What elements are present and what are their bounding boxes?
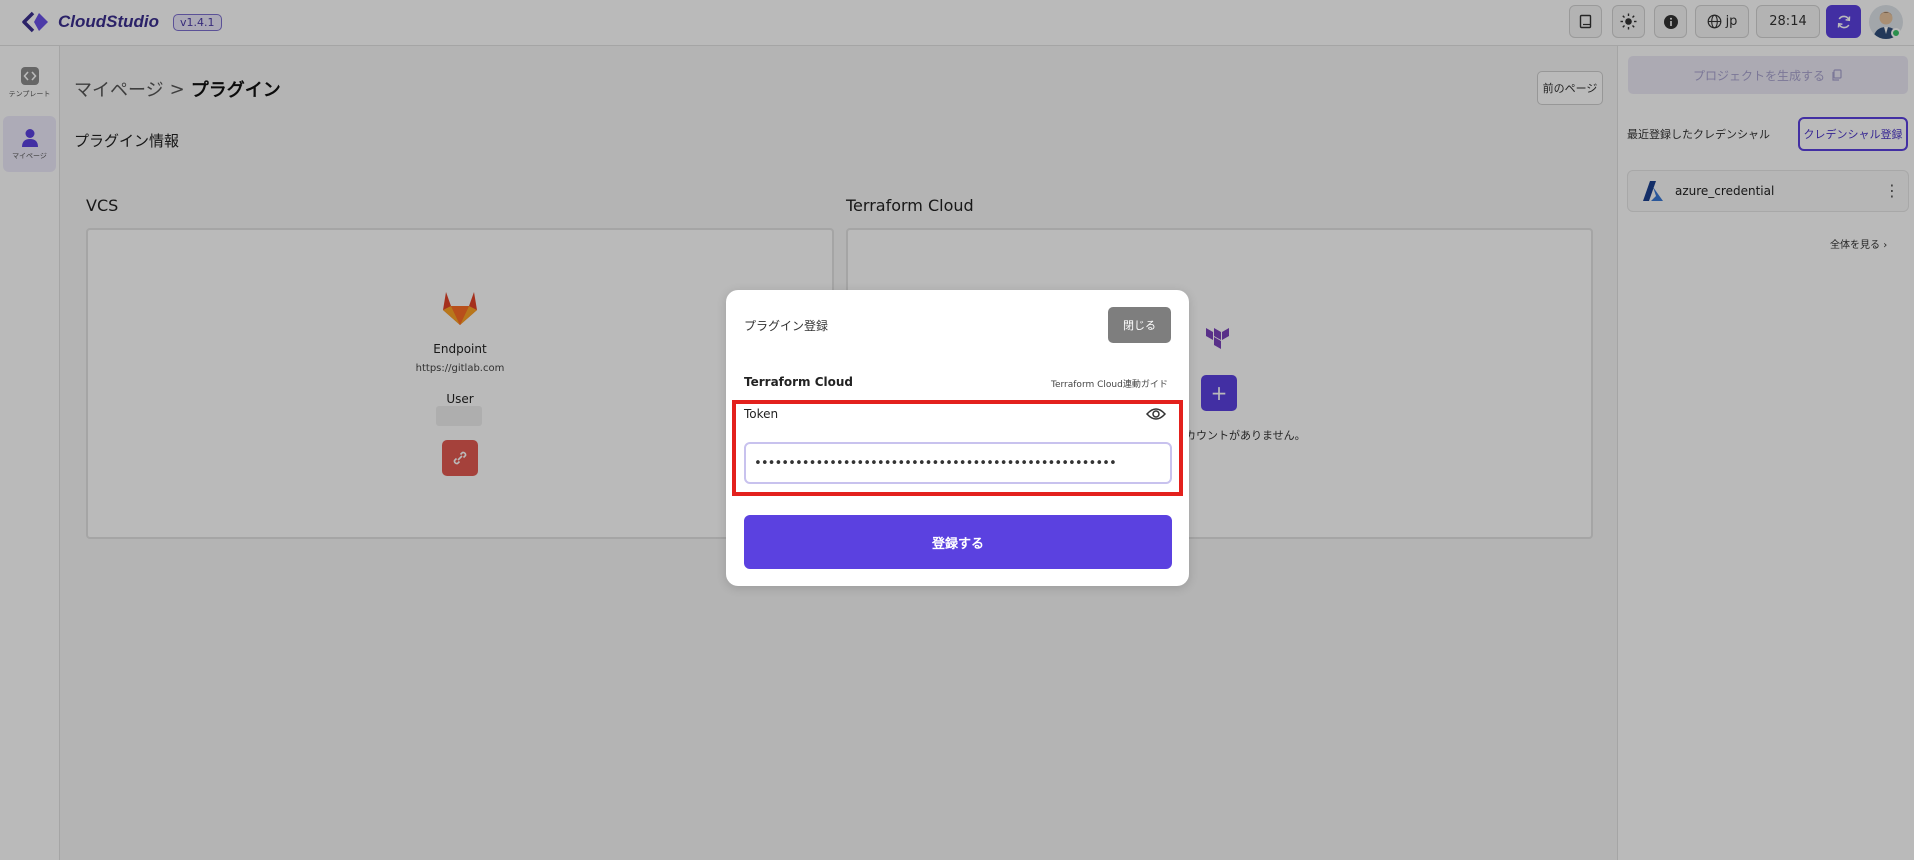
plugin-register-modal: プラグイン登録 閉じる Terraform Cloud Terraform Cl… <box>726 290 1189 586</box>
token-input[interactable] <box>744 442 1172 484</box>
register-button[interactable]: 登録する <box>744 515 1172 569</box>
modal-title: プラグイン登録 <box>744 319 829 333</box>
close-button[interactable]: 閉じる <box>1108 307 1171 343</box>
token-label: Token <box>744 407 779 421</box>
plugin-name: Terraform Cloud <box>744 375 854 389</box>
eye-icon[interactable] <box>1146 405 1166 423</box>
terraform-guide-link[interactable]: Terraform Cloud連動ガイド <box>1051 377 1168 390</box>
